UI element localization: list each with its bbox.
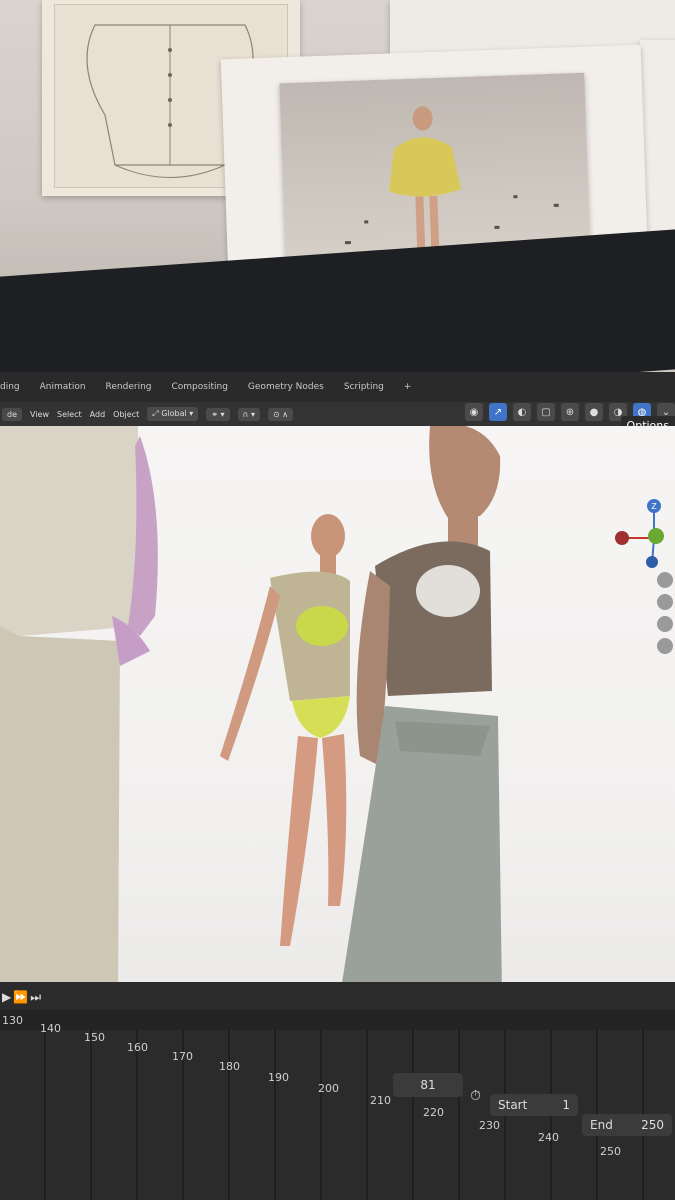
menu-view[interactable]: View xyxy=(30,410,49,419)
wireframe-icon: ⊕ xyxy=(565,406,575,418)
solid-sphere-icon: ● xyxy=(589,406,599,418)
menu-object[interactable]: Object xyxy=(113,410,139,419)
mode-selector[interactable]: de xyxy=(2,407,22,421)
pivot-point-dropdown[interactable]: ⚭ ▾ xyxy=(206,407,230,421)
gizmo-x-axis[interactable] xyxy=(615,531,629,545)
xray-toggle[interactable]: ▢ xyxy=(537,403,555,421)
frame-tick: 160 xyxy=(127,1041,148,1054)
end-label: End xyxy=(590,1118,613,1132)
stopwatch-icon[interactable]: ⏱ xyxy=(470,1088,481,1104)
viewport-nav-tools xyxy=(657,572,673,654)
add-workspace-button[interactable]: + xyxy=(404,382,412,392)
xray-icon: ▢ xyxy=(541,406,551,418)
tab-compositing[interactable]: Compositing xyxy=(172,382,228,392)
frame-tick: 200 xyxy=(318,1082,339,1095)
overlay-icon: ◐ xyxy=(517,406,527,418)
frame-tick: 220 xyxy=(423,1106,444,1119)
proportional-edit-toggle[interactable]: ⊙ ∧ xyxy=(267,407,294,421)
jump-end-icon[interactable]: ⏭ xyxy=(30,990,43,1004)
tab-rendering[interactable]: Rendering xyxy=(106,382,152,392)
frame-tick: 170 xyxy=(172,1050,193,1063)
start-frame-field[interactable]: Start 1 xyxy=(490,1094,578,1116)
3d-viewport[interactable]: Z xyxy=(0,426,675,996)
playback-controls[interactable]: ▶⏩⏭ xyxy=(2,990,43,1005)
gizmo-toggle[interactable]: ↗ xyxy=(489,403,507,421)
camera-icon[interactable] xyxy=(657,616,673,632)
frame-tick: 230 xyxy=(479,1119,500,1132)
jump-keyframe-icon[interactable]: ⏩ xyxy=(13,990,30,1004)
start-value: 1 xyxy=(562,1098,570,1112)
current-frame-field[interactable]: 81 xyxy=(393,1073,463,1097)
zoom-icon[interactable] xyxy=(657,572,673,588)
tab-shading[interactable]: ding xyxy=(0,382,20,392)
orientation-icon: ⤢ xyxy=(152,409,162,418)
gizmo-neg-z-axis[interactable] xyxy=(646,556,658,568)
timeline-header xyxy=(0,982,675,1010)
solid-shading-button[interactable]: ● xyxy=(585,403,603,421)
proportional-edit-icon: ⊙ ∧ xyxy=(272,409,289,419)
wireframe-shading-button[interactable]: ⊕ xyxy=(561,403,579,421)
frame-tick: 210 xyxy=(370,1094,391,1107)
snap-dropdown[interactable]: ∩ ▾ xyxy=(237,407,260,421)
end-value: 250 xyxy=(641,1118,664,1132)
start-label: Start xyxy=(498,1098,528,1112)
figure-left-knit-top xyxy=(0,426,158,996)
figure-right-denim xyxy=(340,426,502,996)
tab-geometry-nodes[interactable]: Geometry Nodes xyxy=(248,382,324,392)
hand-icon[interactable] xyxy=(657,594,673,610)
gizmo-y-axis[interactable] xyxy=(648,528,664,544)
menu-add[interactable]: Add xyxy=(90,410,106,419)
frame-tick: 250 xyxy=(600,1145,621,1158)
play-icon[interactable]: ▶ xyxy=(2,990,13,1004)
orientation-label: Global xyxy=(161,409,187,418)
visibility-toggle[interactable]: ◉ xyxy=(465,403,483,421)
frame-tick: 190 xyxy=(268,1071,289,1084)
gizmo-z-label: Z xyxy=(651,502,657,511)
menu-select[interactable]: Select xyxy=(57,410,82,419)
magnet-icon: ∩ xyxy=(242,409,249,419)
frame-tick: 140 xyxy=(40,1022,61,1035)
tab-scripting[interactable]: Scripting xyxy=(344,382,384,392)
link-icon: ⚭ xyxy=(211,409,218,419)
frame-tick: 130 xyxy=(2,1014,23,1027)
frame-tick: 180 xyxy=(219,1060,240,1073)
gizmo-icon: ↗ xyxy=(493,406,503,418)
end-frame-field[interactable]: End 250 xyxy=(582,1114,672,1136)
transform-orientation-dropdown[interactable]: ⤢ Global ▾ xyxy=(147,407,199,421)
eye-icon: ◉ xyxy=(469,406,479,418)
navigation-gizmo[interactable]: Z xyxy=(612,498,672,568)
frame-tick: 150 xyxy=(84,1031,105,1044)
grid-icon[interactable] xyxy=(657,638,673,654)
tab-animation[interactable]: Animation xyxy=(40,382,86,392)
frame-tick: 240 xyxy=(538,1131,559,1144)
overlay-toggle[interactable]: ◐ xyxy=(513,403,531,421)
